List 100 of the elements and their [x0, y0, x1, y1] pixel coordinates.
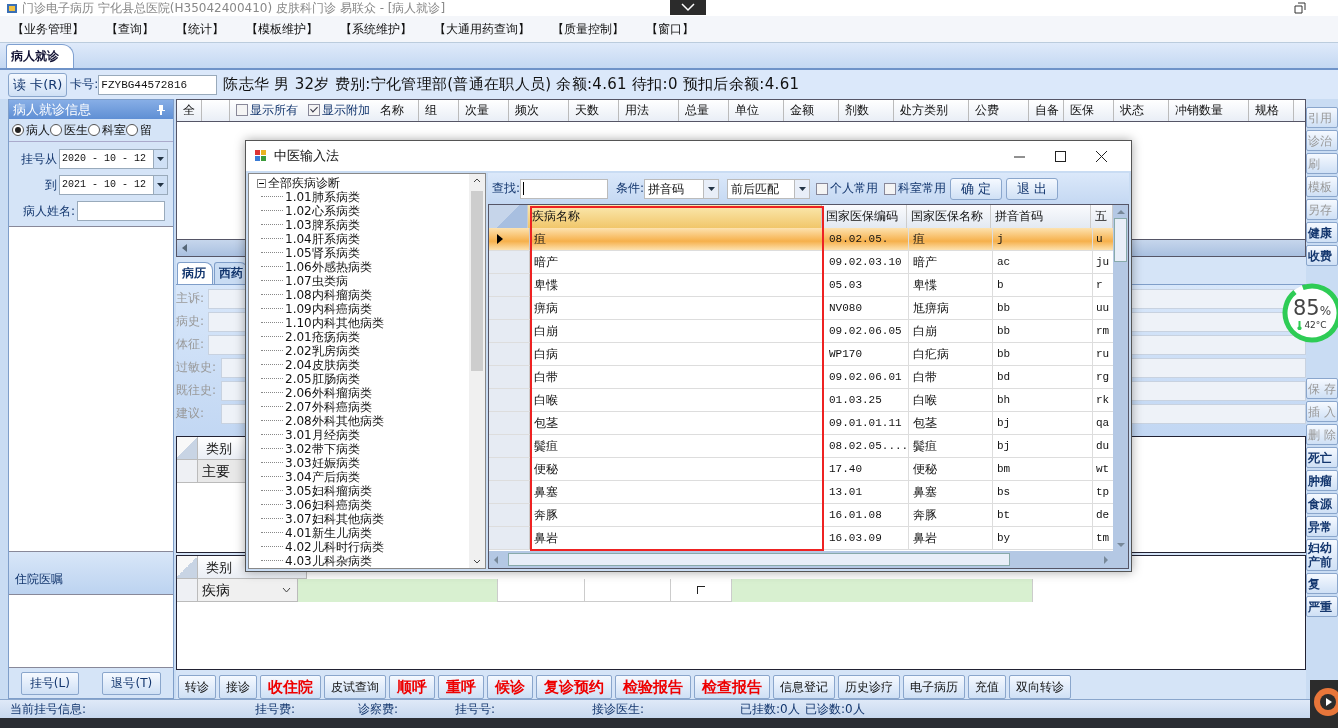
- column-header[interactable]: 自备: [1029, 100, 1064, 121]
- table-row[interactable]: 暗产 09.02.03.10 暗产 ac ju: [489, 251, 1113, 274]
- column-header[interactable]: 总量: [679, 100, 729, 121]
- record-tab[interactable]: 西药: [214, 261, 248, 284]
- table-row[interactable]: 包茎 09.01.01.11 包茎 bj qa: [489, 412, 1113, 435]
- table-row[interactable]: 疽 08.02.05. 疽 j u: [489, 228, 1113, 251]
- table-row[interactable]: 鬓疽 08.02.05.... 鬓疽 bj du: [489, 435, 1113, 458]
- column-header[interactable]: 国家医保名称: [907, 205, 991, 228]
- side-button[interactable]: 收费: [1306, 245, 1338, 266]
- scroll-up-icon[interactable]: [473, 178, 481, 183]
- radio-label[interactable]: 病人: [26, 121, 50, 139]
- dialog-button[interactable]: 确 定: [950, 177, 1003, 200]
- action-button[interactable]: 电子病历: [903, 675, 965, 699]
- column-header[interactable]: 用法: [619, 100, 679, 121]
- corner-cell[interactable]: [489, 205, 528, 228]
- action-button[interactable]: 候诊: [487, 675, 533, 699]
- action-button[interactable]: 检验报告: [615, 675, 691, 699]
- side-button[interactable]: 妇幼产前: [1306, 539, 1338, 571]
- table-row[interactable]: 卑惵 05.03 卑惵 b r: [489, 274, 1113, 297]
- action-button[interactable]: 顺呼: [389, 675, 435, 699]
- search-field[interactable]: [520, 178, 609, 199]
- category-dropdown[interactable]: 疾病: [198, 579, 298, 603]
- name-field[interactable]: [77, 201, 165, 221]
- tree-item[interactable]: 1.09内科癌病类: [285, 302, 372, 316]
- checkbox-label[interactable]: 个人常用: [830, 180, 879, 197]
- tree-item[interactable]: 2.01疮疡病类: [285, 330, 360, 344]
- menu-item[interactable]: 【窗口】: [646, 20, 694, 38]
- vertical-scrollbar[interactable]: [1113, 205, 1128, 568]
- menu-item[interactable]: 【大通用药查询】: [434, 20, 530, 38]
- checkbox-label[interactable]: 显示所有: [250, 102, 298, 119]
- tree-item[interactable]: 3.01月经病类: [285, 428, 360, 442]
- corner-cell[interactable]: [177, 556, 198, 580]
- checkbox[interactable]: [236, 104, 248, 117]
- register-button[interactable]: 退号(T): [102, 671, 162, 695]
- tree-item[interactable]: 1.10内科其他病类: [285, 316, 384, 330]
- maximize-icon[interactable]: [1055, 150, 1066, 162]
- tree-item[interactable]: 3.06妇科癌病类: [285, 498, 372, 512]
- column-header[interactable]: 组: [419, 100, 459, 121]
- menu-item[interactable]: 【查询】: [106, 20, 154, 38]
- menu-item[interactable]: 【统计】: [176, 20, 224, 38]
- tree-item[interactable]: 1.06外感热病类: [285, 260, 372, 274]
- side-button[interactable]: 异常: [1306, 516, 1338, 537]
- register-button[interactable]: 挂号(L): [20, 671, 79, 695]
- radio-label[interactable]: 留: [140, 121, 152, 139]
- dialog-button[interactable]: 退 出: [1006, 177, 1059, 200]
- column-header[interactable]: 全: [177, 100, 202, 121]
- tree-item[interactable]: 2.07外科癌病类: [285, 400, 372, 414]
- column-header[interactable]: 天数: [569, 100, 619, 121]
- tree-item[interactable]: 2.05肛肠病类: [285, 372, 360, 386]
- column-header[interactable]: 名称: [374, 100, 419, 121]
- tree-item[interactable]: 4.03儿科杂病类: [285, 554, 372, 568]
- date-picker[interactable]: 2020 - 10 - 12: [59, 149, 168, 169]
- checkbox-label[interactable]: 显示附加: [322, 102, 370, 119]
- tree-item[interactable]: 1.01肺系病类: [285, 190, 360, 204]
- column-header[interactable]: 次量: [459, 100, 509, 121]
- read-card-button[interactable]: 读 卡(R): [8, 72, 68, 97]
- action-button[interactable]: 收住院: [260, 675, 321, 699]
- table-row[interactable]: 鼻岩 16.03.09 鼻岩 by tm: [489, 527, 1113, 550]
- radio-button[interactable]: [12, 124, 24, 136]
- vertical-scrollbar[interactable]: [469, 174, 485, 568]
- scroll-thumb[interactable]: [508, 553, 1010, 566]
- action-button[interactable]: 历史诊疗: [838, 675, 900, 699]
- caret-icon[interactable]: [670, 0, 706, 15]
- checkbox[interactable]: [697, 586, 705, 595]
- pin-icon[interactable]: [157, 104, 165, 115]
- restore-icon[interactable]: [1294, 2, 1306, 14]
- radio-button[interactable]: [50, 124, 62, 136]
- checkbox[interactable]: [816, 182, 829, 195]
- scroll-right-icon[interactable]: [1104, 555, 1109, 564]
- action-button[interactable]: 充值: [968, 675, 1006, 699]
- action-button[interactable]: 复诊预约: [536, 675, 612, 699]
- menu-item[interactable]: 【系统维护】: [340, 20, 412, 38]
- tree-item[interactable]: 3.02带下病类: [285, 442, 360, 456]
- table-row[interactable]: 鼻塞 13.01 鼻塞 bs tp: [489, 481, 1113, 504]
- date-picker[interactable]: 2021 - 10 - 12: [59, 175, 168, 195]
- column-header[interactable]: 疾病名称: [528, 205, 822, 228]
- radio-label[interactable]: 科室: [102, 121, 126, 139]
- checkbox[interactable]: [884, 182, 897, 195]
- column-header[interactable]: 冲销数量: [1169, 100, 1249, 121]
- action-button[interactable]: 信息登记: [773, 675, 835, 699]
- tree-item[interactable]: 2.06外科瘤病类: [285, 386, 372, 400]
- column-header[interactable]: 单位: [729, 100, 784, 121]
- column-header[interactable]: 规格: [1249, 100, 1294, 121]
- tree-item[interactable]: 3.05妇科瘤病类: [285, 484, 372, 498]
- radio-label[interactable]: 医生: [64, 121, 88, 139]
- tree-item[interactable]: 2.02乳房病类: [285, 344, 360, 358]
- menu-item[interactable]: 【质量控制】: [552, 20, 624, 38]
- scroll-left-icon[interactable]: [493, 555, 498, 564]
- action-button[interactable]: 皮试查询: [324, 675, 386, 699]
- column-header[interactable]: 处方类别: [894, 100, 969, 121]
- action-button[interactable]: 重呼: [438, 675, 484, 699]
- tree-item[interactable]: 4.02儿科时行病类: [285, 540, 384, 554]
- dropdown-icon[interactable]: [157, 157, 164, 161]
- caret-icon[interactable]: [282, 587, 291, 594]
- column-header[interactable]: 拼音首码: [991, 205, 1091, 228]
- action-button[interactable]: 双向转诊: [1009, 675, 1071, 699]
- tree-item[interactable]: 4.01新生儿病类: [285, 526, 372, 540]
- condition-dropdown[interactable]: 拼音码: [644, 178, 720, 199]
- action-button[interactable]: 检查报告: [694, 675, 770, 699]
- card-number-field[interactable]: FZYBG44572816: [98, 74, 218, 95]
